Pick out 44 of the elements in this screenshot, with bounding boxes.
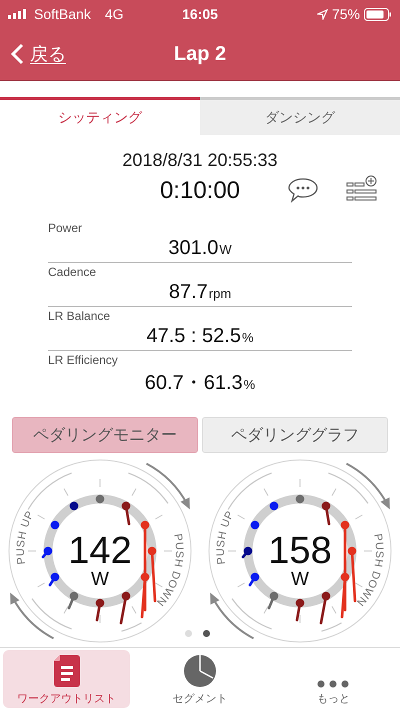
metric-unit: rpm	[208, 286, 232, 301]
rotation-arrow-icon	[210, 592, 254, 640]
rotation-arrow-icon	[146, 462, 190, 510]
clock-time: 16:05	[181, 6, 219, 22]
network-type: 4G	[104, 6, 124, 22]
view-toggle-button[interactable]: ペダリンググラフ	[202, 417, 388, 453]
segment-tab[interactable]: ダンシング	[200, 97, 400, 135]
add-list-icon[interactable]	[346, 175, 378, 203]
metric-value: 60.7・61.3	[144, 371, 243, 396]
power-unit: W	[91, 569, 109, 590]
tab-bar-item[interactable]: もっと	[270, 650, 397, 708]
metric-value: 87.7	[168, 281, 208, 304]
location-arrow-icon	[316, 8, 328, 20]
metric-label: LR Efficiency	[48, 353, 119, 367]
metric-unit: %	[242, 330, 254, 345]
rotation-arrow-icon	[10, 592, 54, 640]
metric-label: Power	[48, 221, 84, 235]
power-value: 142	[68, 530, 132, 572]
metric-unit: W	[219, 242, 232, 257]
page-indicator-dot[interactable]	[203, 630, 210, 637]
metric-unit: %	[244, 377, 256, 392]
chevron-left-icon	[10, 43, 24, 65]
document-icon	[52, 654, 81, 688]
page-indicator-dot[interactable]	[185, 630, 192, 637]
back-link[interactable]: 戻る	[10, 42, 66, 66]
metric-label: LR Balance	[48, 309, 112, 323]
comment-icon[interactable]	[288, 177, 318, 203]
pie-chart-icon	[182, 654, 217, 688]
duration: 0:10:00	[160, 177, 240, 205]
date-time: 2018/8/31 20:55:33	[122, 150, 278, 171]
power-unit: W	[291, 569, 309, 590]
screen-title: Lap 2	[172, 42, 228, 66]
power-value: 158	[268, 530, 332, 572]
more-icon	[317, 680, 350, 688]
carrier-name: SoftBank	[34, 6, 91, 22]
battery-percent: 75%	[332, 6, 360, 22]
view-toggle-button[interactable]: ペダリングモニター	[12, 417, 198, 453]
tab-bar-item[interactable]: ワークアウトリスト	[3, 650, 130, 708]
battery-icon	[364, 8, 392, 20]
metric-value: 47.5 : 52.5	[146, 325, 241, 348]
rotation-arrow-icon	[346, 462, 390, 510]
tab-bar-item[interactable]: セグメント	[136, 650, 264, 708]
metric-value: 301.0	[168, 237, 218, 260]
metric-label: Cadence	[48, 265, 98, 279]
